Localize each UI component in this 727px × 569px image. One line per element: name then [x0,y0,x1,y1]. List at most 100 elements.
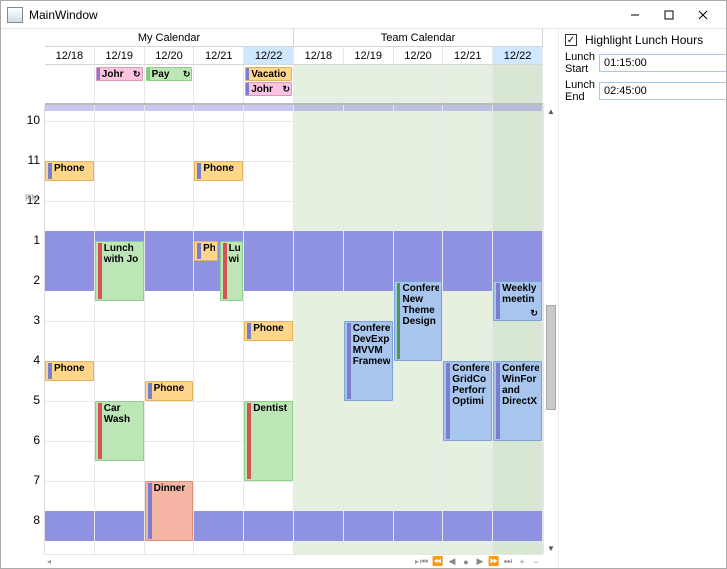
allday-cell[interactable]: VacatioJohr↻ [244,65,294,103]
appointment[interactable]: Ph [194,241,217,261]
minimize-button[interactable] [618,4,652,26]
side-panel: ✓ Highlight Lunch Hours Lunch Start Lunc… [558,29,726,568]
window-title: MainWindow [29,8,98,22]
day-column[interactable]: Phone Dinner [145,105,195,554]
horizontal-scrollbar[interactable]: ◂ ▸ [47,558,419,566]
appointment[interactable]: Lunch with Jo [95,241,144,301]
event-label: Ph [201,243,215,259]
allday-event[interactable]: Pay↻ [146,67,193,81]
appointment[interactable]: Phone [244,321,293,341]
day-column[interactable]: Confere GridCo Perforr Optimi [443,105,493,554]
appointment[interactable]: Phone [45,361,94,381]
day-column[interactable]: ↻Weekly meetin Confere WinFor and DirectX [493,105,543,554]
allday-event[interactable]: Johr↻ [245,82,292,96]
allday-cell[interactable] [443,65,493,103]
highlight-lunch-checkbox[interactable]: ✓ [565,34,577,46]
day-header[interactable]: 12/18 [294,47,344,65]
day-header[interactable]: 12/22 [493,47,543,65]
lunch-highlight [294,231,343,291]
nav-nextpage-icon: ⏩ [489,557,499,567]
day-header[interactable]: 12/18 [45,47,95,65]
nav-zoom-out-icon: − [531,557,541,567]
appointment[interactable]: Confere GridCo Perforr Optimi [443,361,492,441]
day-column[interactable] [294,105,344,554]
appointment[interactable]: Dinner [145,481,194,541]
lunch-highlight [194,105,243,111]
day-header[interactable]: 12/22 [244,47,294,65]
day-header[interactable]: 12/21 [443,47,493,65]
appointment[interactable]: Car Wash [95,401,144,461]
day-header[interactable]: 12/19 [95,47,145,65]
allday-cell[interactable] [294,65,344,103]
day-column[interactable]: Phone Phone [45,105,95,554]
close-button[interactable] [686,4,720,26]
vertical-scrollbar[interactable]: ▲ ▼ [543,105,558,554]
appointment[interactable]: Confere DevExp MVVM Framew [344,321,393,401]
lunch-highlight [244,105,293,111]
allday-cell[interactable]: Johr↻ [95,65,145,103]
day-header[interactable]: 12/21 [194,47,244,65]
hour-label: 5 [14,393,40,407]
day-column[interactable]: Lunch with Jo Car Wash [95,105,145,554]
event-label: Confere DevExp MVVM Framew [351,323,390,399]
lunch-highlight [394,511,443,541]
appointment[interactable]: Lu wi [220,241,243,301]
appointment[interactable]: Confere New Theme Design [394,281,443,361]
appointment[interactable]: Confere WinFor and DirectX [493,361,542,441]
day-column[interactable]: Confere DevExp MVVM Framew [344,105,394,554]
lunch-highlight [95,105,144,111]
allday-cell[interactable] [45,65,95,103]
scroll-down-icon[interactable]: ▼ [547,542,555,554]
hour-label: 6 [14,433,40,447]
day-column[interactable]: Confere New Theme Design [394,105,444,554]
hour-label: 2 [14,273,40,287]
appointment[interactable]: Phone [194,161,243,181]
event-label: Phone [152,383,185,399]
lunch-highlight [244,511,293,541]
scroll-up-icon[interactable]: ▲ [547,105,555,117]
hour-label: 11 [14,153,40,167]
day-header[interactable]: 12/19 [344,47,394,65]
appointment[interactable]: Phone [145,381,194,401]
nav-zoom-in-icon: + [517,557,527,567]
lunch-start-input[interactable] [599,54,726,72]
lunch-start-label: Lunch Start [565,51,595,75]
lunch-highlight [95,511,144,541]
day-column[interactable]: Phone Dentist [244,105,294,554]
allday-cell[interactable] [493,65,543,103]
hour-label: 7 [14,473,40,487]
appointment[interactable]: Phone [45,161,94,181]
maximize-button[interactable] [652,4,686,26]
lunch-highlight [145,105,194,111]
allday-cell[interactable] [344,65,394,103]
event-label: Lu wi [227,243,241,299]
lunch-highlight [443,105,492,111]
nav-first-icon: ⏮ [419,557,429,567]
allday-cell[interactable]: Pay↻ [145,65,195,103]
event-label: Car Wash [102,403,130,459]
lunch-end-input[interactable] [599,82,726,100]
lunch-highlight [45,511,94,541]
appointment[interactable]: ↻Weekly meetin [493,281,542,321]
day-header[interactable]: 12/20 [145,47,195,65]
nav-buttons[interactable]: ⏮ ⏪ ◀ ● ▶ ⏩ ⏭ + − [419,557,541,567]
calendar-grid[interactable]: Phone Phone Lunch with Jo Car Wash Phone Dinn… [45,105,543,554]
event-label: Johr [100,69,133,80]
recurring-icon: ↻ [183,69,191,80]
highlight-lunch-label: Highlight Lunch Hours [585,33,703,47]
event-label: Lunch with Jo [102,243,138,299]
day-column[interactable]: Phone Ph Lu wi [194,105,244,554]
allday-event[interactable]: Vacatio [245,67,292,81]
lunch-highlight [244,231,293,291]
event-label: Phone [201,163,234,179]
allday-event[interactable]: Johr↻ [96,67,143,81]
scroll-thumb[interactable] [546,305,556,410]
day-header[interactable]: 12/20 [394,47,444,65]
lunch-highlight [145,231,194,291]
allday-cell[interactable] [194,65,244,103]
lunch-highlight [344,231,393,291]
appointment[interactable]: Dentist [244,401,293,481]
allday-cell[interactable] [394,65,444,103]
group-header: Team Calendar [294,29,543,47]
nav-next-icon: ▶ [475,557,485,567]
